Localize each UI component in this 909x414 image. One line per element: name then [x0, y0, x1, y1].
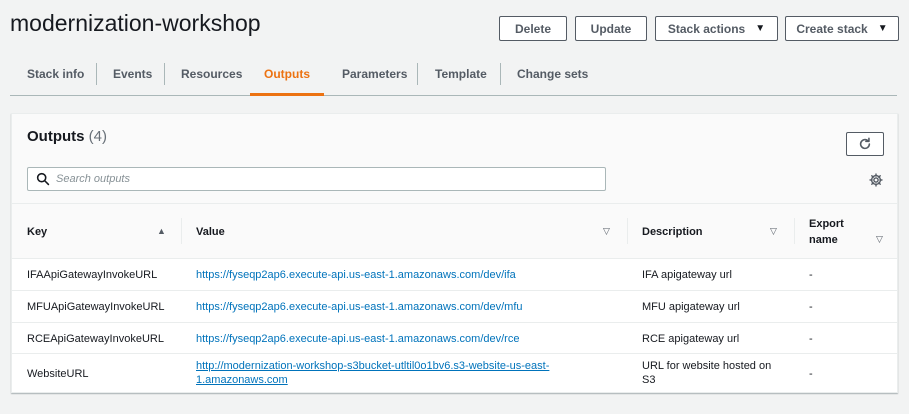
- tab-outputs[interactable]: Outputs: [250, 56, 324, 96]
- output-export-name: -: [809, 333, 813, 345]
- refresh-button[interactable]: [846, 132, 884, 156]
- column-header-key[interactable]: Key: [27, 204, 47, 259]
- outputs-table-header: Key ▲ Value ▽ Description ▽ Export name …: [12, 204, 897, 259]
- stack-actions-button[interactable]: Stack actions ▼: [655, 16, 778, 41]
- tab-template[interactable]: Template: [435, 56, 487, 92]
- tab-resources[interactable]: Resources: [181, 56, 242, 92]
- outputs-count: (4): [88, 128, 108, 145]
- output-export-name: -: [809, 269, 813, 281]
- output-key: IFAApiGatewayInvokeURL: [27, 269, 158, 281]
- delete-button[interactable]: Delete: [499, 16, 567, 41]
- output-export-name: -: [809, 301, 813, 313]
- export-name-line2: name: [809, 233, 838, 246]
- update-button[interactable]: Update: [575, 16, 647, 41]
- column-divider: [627, 218, 628, 244]
- search-box: [27, 167, 606, 191]
- create-stack-label: Create stack: [796, 21, 868, 36]
- outputs-panel: Outputs (4) Key ▲ Value ▽: [11, 113, 898, 393]
- stack-actions-label: Stack actions: [667, 21, 746, 36]
- table-row: WebsiteURL http://modernization-workshop…: [12, 354, 897, 392]
- sort-ascending-icon[interactable]: ▲: [157, 226, 166, 236]
- gear-icon[interactable]: [869, 173, 883, 187]
- tab-parameters[interactable]: Parameters: [342, 56, 407, 92]
- output-key: MFUApiGatewayInvokeURL: [27, 301, 165, 313]
- refresh-icon: [859, 137, 871, 150]
- output-description: MFU apigateway url: [642, 301, 740, 313]
- outputs-title: Outputs (4): [27, 128, 107, 145]
- output-description-line1: URL for website hosted on: [642, 360, 772, 372]
- search-icon: [36, 172, 50, 186]
- output-export-name: -: [809, 368, 813, 380]
- output-key: WebsiteURL: [27, 368, 89, 380]
- tab-divider: [96, 63, 97, 85]
- sort-toggle-icon[interactable]: ▽: [770, 226, 777, 237]
- table-row: MFUApiGatewayInvokeURL https://fyseqp2ap…: [12, 291, 897, 323]
- output-value-line1: http://modernization-workshop-s3bucket-u…: [196, 360, 550, 372]
- output-value-link[interactable]: http://modernization-workshop-s3bucket-u…: [196, 359, 549, 387]
- caret-down-icon: ▼: [755, 23, 766, 34]
- output-value-link[interactable]: https://fyseqp2ap6.execute-api.us-east-1…: [196, 268, 516, 282]
- output-description: URL for website hosted on S3: [642, 359, 771, 387]
- page-title: modernization-workshop: [10, 10, 261, 36]
- tab-stack-info[interactable]: Stack info: [27, 56, 84, 92]
- search-input[interactable]: [56, 170, 596, 188]
- output-value-link[interactable]: https://fyseqp2ap6.execute-api.us-east-1…: [196, 300, 523, 314]
- table-row: IFAApiGatewayInvokeURL https://fyseqp2ap…: [12, 259, 897, 291]
- tab-divider: [164, 63, 165, 85]
- export-name-line1: Export: [809, 217, 844, 230]
- output-key: RCEApiGatewayInvokeURL: [27, 333, 164, 345]
- table-row: RCEApiGatewayInvokeURL https://fyseqp2ap…: [12, 323, 897, 354]
- sort-toggle-icon[interactable]: ▽: [876, 234, 883, 245]
- create-stack-button[interactable]: Create stack ▼: [785, 16, 899, 41]
- column-divider: [794, 218, 795, 244]
- tab-change-sets[interactable]: Change sets: [517, 56, 588, 92]
- output-description: RCE apigateway url: [642, 333, 740, 345]
- page-header: modernization-workshop Delete Update Sta…: [0, 0, 909, 56]
- column-header-value[interactable]: Value: [196, 204, 225, 259]
- caret-down-icon: ▼: [877, 23, 888, 34]
- column-divider: [181, 218, 182, 244]
- outputs-title-text: Outputs: [27, 128, 85, 145]
- tab-divider: [500, 63, 501, 85]
- outputs-panel-header: Outputs (4): [12, 114, 897, 204]
- output-value-link[interactable]: https://fyseqp2ap6.execute-api.us-east-1…: [196, 332, 519, 346]
- output-description: IFA apigateway url: [642, 269, 732, 281]
- output-value-line2: 1.amazonaws.com: [196, 374, 288, 386]
- stack-tabs: Stack info Events Resources Outputs Para…: [10, 56, 897, 96]
- tab-events[interactable]: Events: [113, 56, 152, 92]
- sort-toggle-icon[interactable]: ▽: [603, 226, 610, 237]
- output-description-line2: S3: [642, 374, 656, 386]
- column-header-export-name[interactable]: Export name: [809, 204, 844, 259]
- tab-divider: [417, 63, 418, 85]
- column-header-description[interactable]: Description: [642, 204, 703, 259]
